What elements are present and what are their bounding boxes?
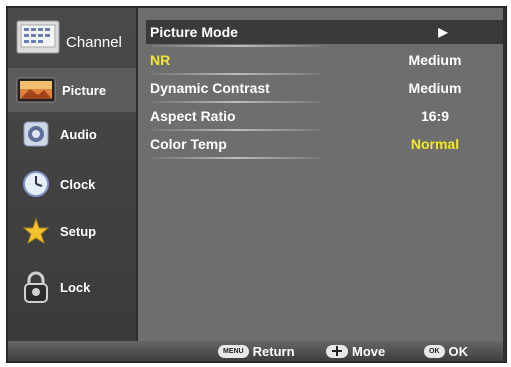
- sidebar-item-setup[interactable]: Setup: [8, 209, 136, 253]
- hint-ok-label: OK: [448, 343, 469, 359]
- setup-icon: [22, 217, 50, 245]
- menu-row-label: Picture Mode: [150, 24, 238, 40]
- sidebar-item-audio[interactable]: Audio: [8, 112, 136, 156]
- menu-row-value: Medium: [408, 80, 462, 96]
- sidebar-item-label: Setup: [60, 223, 97, 239]
- clock-icon: [22, 170, 50, 198]
- menu-row-aspect-ratio[interactable]: Aspect Ratio 16:9: [150, 104, 495, 128]
- menu-row-value: Medium: [408, 52, 462, 68]
- menu-row-color-temp[interactable]: Color Temp Normal: [150, 132, 495, 156]
- sidebar-item-clock[interactable]: Clock: [8, 162, 136, 206]
- footer-hint-bar: MENU Return Move OK OK: [8, 341, 503, 361]
- sidebar-item-label: Audio: [60, 126, 97, 142]
- menu-row-label: NR: [150, 52, 171, 68]
- hint-move: Move: [326, 344, 385, 359]
- menu-row-picture-mode[interactable]: Picture Mode ▶: [146, 20, 503, 44]
- divider: [152, 101, 322, 103]
- sidebar-item-label: Channel: [66, 33, 122, 51]
- hint-move-label: Move: [352, 343, 386, 359]
- dpad-icon: [326, 344, 348, 358]
- hint-return-label: Return: [252, 343, 295, 359]
- menu-key-icon: MENU: [218, 344, 249, 358]
- submenu-arrow-icon: ▶: [438, 25, 448, 39]
- hint-ok: OK OK: [424, 344, 468, 359]
- sidebar-item-picture[interactable]: Picture: [8, 68, 136, 112]
- menu-row-nr[interactable]: NR Medium: [150, 48, 495, 72]
- menu-panel: Picture Mode ▶ NR Medium Dynamic Contras…: [138, 8, 503, 341]
- divider: [152, 129, 322, 131]
- sidebar-item-label: Lock: [60, 279, 91, 295]
- menu-row-value: Normal: [410, 136, 460, 152]
- sidebar: Channel Picture Audio Clock Setup Lock: [8, 8, 136, 341]
- audio-icon: [22, 120, 50, 148]
- sidebar-item-label: Clock: [60, 176, 96, 192]
- picture-icon: [16, 76, 56, 104]
- channel-icon: [16, 20, 60, 54]
- lock-icon: [22, 270, 50, 304]
- menu-row-value: 16:9: [420, 108, 450, 124]
- menu-row-label: Color Temp: [150, 136, 227, 152]
- divider: [152, 157, 322, 159]
- menu-row-label: Dynamic Contrast: [150, 80, 270, 96]
- divider: [152, 45, 322, 47]
- hint-return: MENU Return: [218, 344, 295, 359]
- sidebar-item-lock[interactable]: Lock: [8, 262, 136, 312]
- menu-row-dynamic-contrast[interactable]: Dynamic Contrast Medium: [150, 76, 495, 100]
- sidebar-item-label: Picture: [62, 82, 107, 98]
- divider: [152, 73, 322, 75]
- ok-key-icon: OK: [424, 344, 445, 358]
- menu-row-label: Aspect Ratio: [150, 108, 236, 124]
- sidebar-item-channel[interactable]: Channel: [8, 12, 136, 62]
